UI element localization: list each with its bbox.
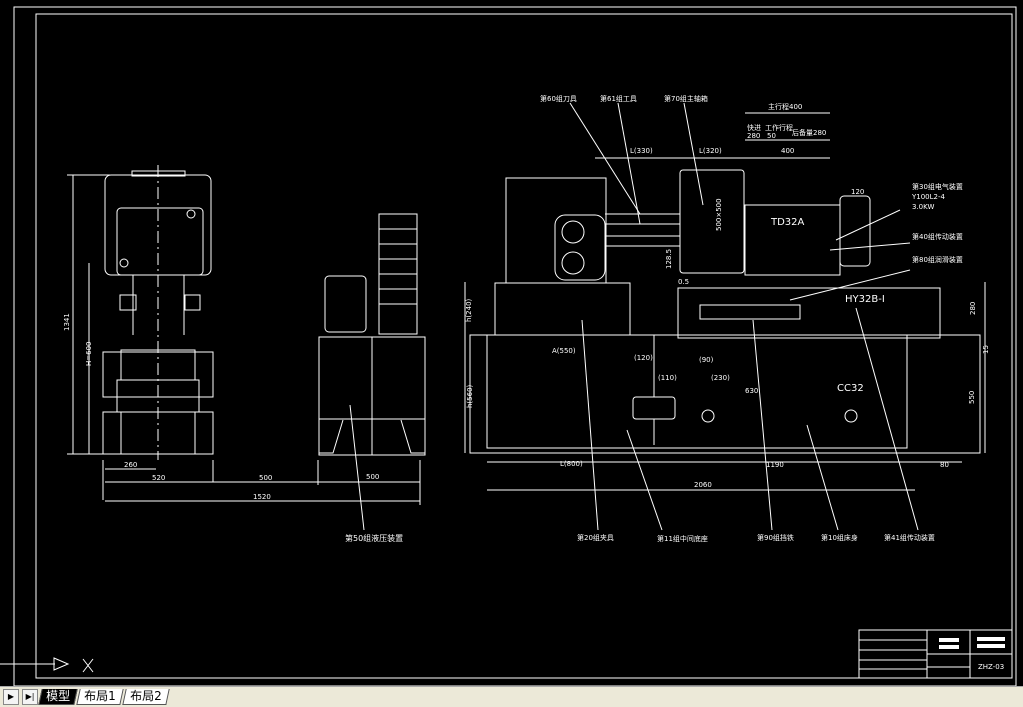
dim-630: 630 [745, 387, 758, 395]
label-electrical: 第30组电气装置 [912, 182, 963, 191]
model-bed: CC32 [837, 383, 864, 394]
side-view [67, 165, 421, 505]
label-clamp: 第20组夹具 [577, 533, 614, 542]
label-drive41: 第41组传动装置 [884, 533, 935, 542]
dim-500b: 500 [366, 473, 379, 481]
outer-frame [13, 6, 1017, 687]
label-fixture-tool: 第61组工具 [600, 94, 637, 103]
dim-1520: 1520 [253, 493, 271, 501]
dim-work-feed: 工作行程 [765, 123, 793, 132]
label-tool: 第60组刀具 [540, 94, 577, 103]
tab-layout2[interactable]: 布局2 [121, 689, 169, 705]
drawing-canvas[interactable]: 1341 H=600 260 520 500 500 1520 第50组液压装置… [0, 0, 1023, 687]
dim-230: (230) [711, 374, 730, 382]
dim-15: 15 [982, 345, 990, 354]
label-hydraulic: 第50组液压装置 [345, 533, 403, 543]
dim-work-feed-val: 50 [767, 132, 776, 140]
inner-frame [35, 13, 1013, 679]
label-spindle-box: 第70组主轴箱 [664, 94, 708, 103]
model-head: TD32A [770, 217, 805, 228]
dim-260: 260 [124, 461, 137, 469]
dim-l320: L(320) [699, 147, 722, 155]
label-lube: 第80组润滑装置 [912, 255, 963, 264]
dim-400: 400 [781, 147, 794, 155]
label-bed: 第10组床身 [821, 533, 858, 542]
last-tab-icon[interactable]: ▶| [22, 689, 38, 705]
dim-2060: 2060 [694, 481, 712, 489]
dim-l330: L(330) [630, 147, 653, 155]
tab-layout1[interactable]: 布局1 [76, 689, 124, 705]
first-tab-icon[interactable]: ▶ [3, 689, 19, 705]
dim-stroke: 主行程400 [768, 102, 802, 111]
dim-520: 520 [152, 474, 165, 482]
model-slide: HY32B-I [845, 294, 885, 305]
dim-h240: h(240) [465, 298, 473, 322]
drawing-number: ZHZ-03 [978, 663, 1004, 671]
dim-l800: L(800) [560, 460, 583, 468]
dim-fast-fwd-val: 280 [747, 132, 760, 140]
layout-tab-bar: ▶ ▶| 模型 布局1 布局2 [0, 686, 1023, 707]
label-stop: 第90组挡铁 [757, 533, 794, 542]
dim-550: 550 [968, 391, 976, 404]
dim-80: 80 [940, 461, 949, 469]
dim-h600: H=600 [85, 342, 93, 367]
dim-a550: A(550) [552, 347, 576, 355]
dim-05: 0.5 [678, 278, 689, 286]
dim-90: (90) [699, 356, 714, 364]
bed-outline [469, 334, 981, 454]
label-power: 3.0KW [912, 203, 934, 211]
dim-500a: 500 [259, 474, 272, 482]
dim-500x500: 500×500 [715, 198, 723, 231]
dim-1341: 1341 [63, 313, 71, 331]
cad-drawing: 1341 H=600 260 520 500 500 1520 第50组液压装置… [0, 6, 1017, 687]
dim-h560: h(560) [466, 384, 474, 408]
dim-1190: 1190 [766, 461, 784, 469]
dim-128: 128.5 [665, 249, 673, 269]
dim-fast-back: 后备量280 [792, 128, 826, 137]
front-view: TD32A [464, 102, 986, 531]
dim-120p: (120) [634, 354, 653, 362]
label-mid-base: 第11组中间底座 [657, 534, 708, 543]
dim-fast-fwd: 快进 [747, 123, 761, 132]
hydraulic-unit [318, 213, 426, 531]
label-drive40: 第40组传动装置 [912, 232, 963, 241]
dim-110: (110) [658, 374, 677, 382]
dim-120: 120 [851, 188, 864, 196]
tab-model[interactable]: 模型 [38, 689, 78, 705]
dim-280: 280 [969, 302, 977, 315]
label-motor: Y100L2-4 [911, 193, 946, 201]
